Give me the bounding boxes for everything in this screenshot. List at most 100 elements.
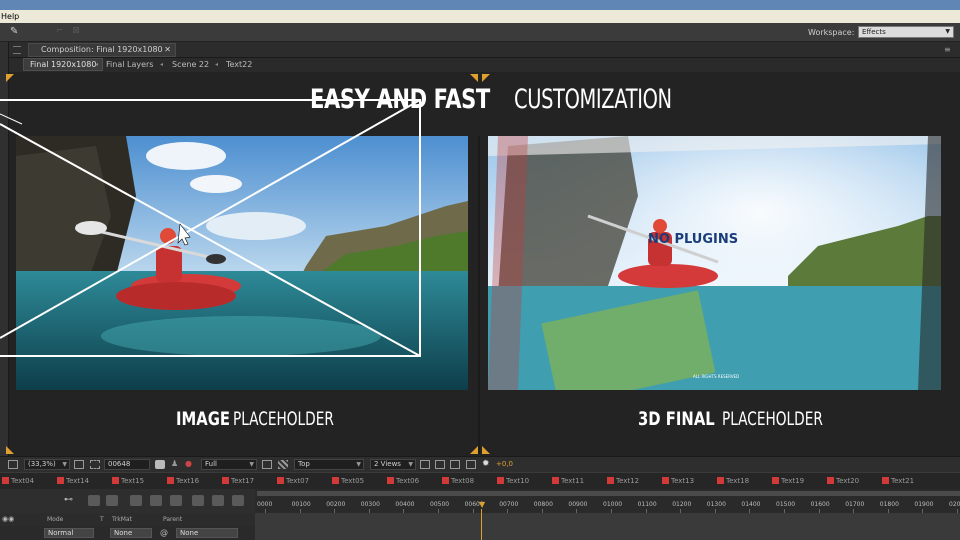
ruler-label: 00100 (291, 501, 311, 508)
viewer-split-divider[interactable] (478, 136, 480, 454)
resolution-select[interactable]: Full ▼ (201, 459, 257, 470)
transparency-grid-icon[interactable] (278, 460, 288, 469)
panel-grip-icon[interactable] (13, 46, 21, 54)
tab-composition-label: Composition: Final 1920x1080 (41, 45, 163, 54)
channel-icon[interactable]: ● (185, 459, 195, 468)
mode-select[interactable]: Normal (44, 528, 94, 538)
timeline-layer-label[interactable]: Text06 (387, 477, 419, 485)
view-value: Top (298, 460, 310, 468)
show-snapshot-icon[interactable]: ♟ (171, 459, 181, 468)
label-color-swatch (2, 477, 9, 484)
label-color-swatch (112, 477, 119, 484)
timeline-layer-label[interactable]: Text08 (442, 477, 474, 485)
timeline-layer-label[interactable]: Text11 (552, 477, 584, 485)
timeline-track[interactable] (255, 513, 960, 526)
panel-menu-icon[interactable]: ≡ (944, 45, 951, 54)
viewer-footer: (33,3%) ▼ 00648 ♟ ● Full ▼ Top ▼ 2 Views ▼ ✹… (0, 456, 960, 472)
exposure-value[interactable]: +0,0 (496, 459, 513, 470)
timeline-layer-label[interactable]: Text04 (2, 477, 34, 485)
always-preview-icon[interactable] (8, 460, 18, 469)
comp-mini-flowchart-icon[interactable] (88, 495, 100, 506)
breadcrumb-arrow-icon: ◂ (160, 61, 164, 68)
left-caption-bold: IMAGE (176, 408, 231, 430)
ruler-label: 00800 (533, 501, 553, 508)
tools-bar: ✎ ⌐ ⊠ Workspace: (0, 23, 960, 42)
menu-item-help[interactable]: Help (1, 12, 19, 21)
left-caption: IMAGE PLACEHOLDER (176, 408, 373, 430)
pin-tool-icon[interactable]: ✎ (10, 26, 22, 38)
label-color-swatch (882, 477, 889, 484)
right-caption-bold: 3D FINAL (638, 408, 715, 430)
label-color-swatch (167, 477, 174, 484)
timeline-icon[interactable] (450, 460, 460, 469)
timeline-layer-name: Text07 (286, 477, 310, 485)
fast-previews-icon[interactable] (435, 460, 445, 469)
exposure-icon[interactable]: ✹ (482, 459, 492, 469)
timeline-layer-label[interactable]: Text20 (827, 477, 859, 485)
timecode-value: 00648 (108, 460, 131, 468)
label-color-swatch (717, 477, 724, 484)
view-select[interactable]: Top ▼ (294, 459, 364, 470)
mode-value: Normal (48, 529, 74, 537)
timeline-layer-label[interactable]: Text05 (332, 477, 364, 485)
tab-composition[interactable]: Composition: Final 1920x1080 ✕ (28, 43, 176, 57)
timecode-field[interactable]: 00648 (104, 459, 150, 470)
comp-flowchart-icon[interactable] (466, 460, 476, 469)
timeline-layer-name: Text17 (231, 477, 255, 485)
views-layout-select[interactable]: 2 Views ▼ (370, 459, 416, 470)
timeline-layer-label[interactable]: Text15 (112, 477, 144, 485)
timeline-layer-label[interactable]: Text10 (497, 477, 529, 485)
hide-shy-layers-icon[interactable] (130, 495, 142, 506)
zoom-select[interactable]: (33,3%) ▼ (24, 459, 70, 470)
timeline-layer-label[interactable]: Text21 (882, 477, 914, 485)
chevron-down-icon: ▼ (249, 461, 254, 468)
breadcrumb-item[interactable]: Final Layers (106, 58, 153, 72)
pick-whip-icon[interactable]: @ (160, 528, 168, 537)
auto-keyframe-icon[interactable] (212, 495, 224, 506)
label-color-swatch (332, 477, 339, 484)
work-area-bar[interactable] (257, 491, 960, 496)
timeline-layer-label[interactable]: Text14 (57, 477, 89, 485)
region-of-interest-icon[interactable] (262, 460, 272, 469)
brainstorm-icon[interactable] (192, 495, 204, 506)
ruler-label: 00900 (568, 501, 588, 508)
current-time-indicator-icon[interactable]: ▼ (479, 500, 486, 509)
breadcrumb-item[interactable]: Text22 (226, 58, 252, 72)
workspace-select[interactable]: Effects ▼ (858, 26, 954, 38)
timeline-track[interactable] (255, 526, 960, 540)
camera-wireframe (0, 99, 421, 357)
timeline-layer-label[interactable]: Text13 (662, 477, 694, 485)
close-icon[interactable]: ✕ (164, 44, 171, 56)
time-navigator-icon[interactable]: ⊷ (64, 495, 73, 505)
breadcrumb-item[interactable]: Final 1920x1080 (23, 58, 104, 71)
parent-select[interactable]: None (176, 528, 238, 538)
toggle-pixel-aspect-icon[interactable] (420, 460, 430, 469)
label-color-swatch (222, 477, 229, 484)
timeline-controls: ⊷ (0, 489, 255, 513)
trkmat-value: None (114, 529, 133, 537)
grid-icon[interactable] (74, 460, 84, 469)
graph-editor-icon[interactable] (232, 495, 244, 506)
timeline-layer-label[interactable]: Text12 (607, 477, 639, 485)
mask-visibility-icon[interactable] (90, 460, 100, 469)
ruler-label: 0000 (257, 501, 273, 508)
draft-3d-icon[interactable] (106, 495, 118, 506)
motion-blur-icon[interactable] (170, 495, 182, 506)
camera-snapshot-icon[interactable] (155, 460, 165, 469)
timeline-layer-label[interactable]: Text19 (772, 477, 804, 485)
table-row[interactable]: Normal None @ None (0, 526, 255, 540)
zoom-value: (33,3%) (28, 460, 56, 468)
timeline-layer-label[interactable]: Text17 (222, 477, 254, 485)
image-placeholder-right[interactable]: NO PLUGINS ALL RIGHTS RESERVED (488, 136, 941, 390)
no-plugins-text: NO PLUGINS (648, 232, 739, 247)
timeline-layer-label[interactable]: Text16 (167, 477, 199, 485)
trkmat-select[interactable]: None (110, 528, 152, 538)
workspace-label: Workspace: (808, 28, 855, 37)
timeline-layer-name: Text13 (671, 477, 695, 485)
ruler-label: 01800 (879, 501, 899, 508)
timeline-layer-label[interactable]: Text18 (717, 477, 749, 485)
rights-text: ALL RIGHTS RESERVED (693, 374, 740, 379)
breadcrumb-item[interactable]: Scene 22 (172, 58, 209, 72)
timeline-layer-label[interactable]: Text07 (277, 477, 309, 485)
frame-blending-icon[interactable] (150, 495, 162, 506)
